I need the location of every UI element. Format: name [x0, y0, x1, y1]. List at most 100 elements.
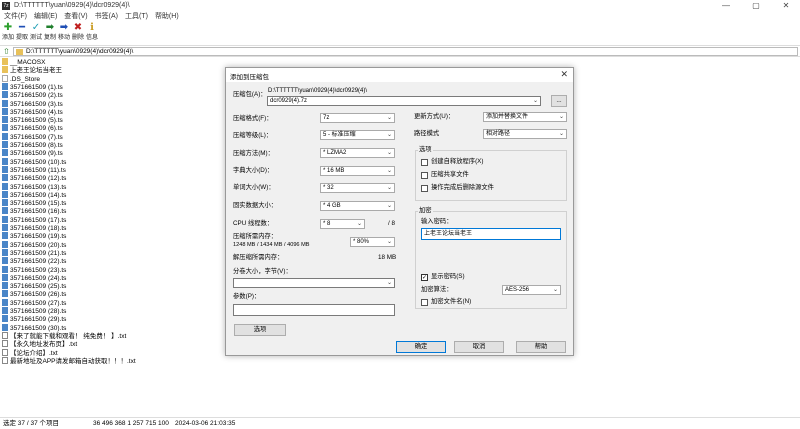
move-button[interactable]: ➡ 移动	[57, 22, 71, 44]
solid-select[interactable]: * 4 GB ⌄	[320, 201, 395, 211]
file-name: __MACOSX	[10, 59, 46, 66]
method-select[interactable]: * LZMA2 ⌄	[320, 148, 395, 158]
dict-select[interactable]: * 16 MB ⌄	[320, 166, 395, 176]
list-item[interactable]: 3571661509 (23).ts	[2, 265, 67, 274]
delete-source-checkbox[interactable]	[421, 185, 428, 192]
list-item[interactable]: 3571661509 (6).ts	[2, 124, 63, 132]
update-select[interactable]: 添加并替换文件 ⌄	[483, 112, 567, 122]
file-icon	[2, 290, 8, 298]
list-item[interactable]: 上老王论坛当老王	[2, 66, 62, 74]
password-input[interactable]: 上老王论坛当老王	[421, 228, 561, 240]
list-item[interactable]: 3571661509 (25).ts	[2, 282, 66, 290]
copy-button[interactable]: ➡ 复制	[43, 22, 57, 44]
shared-checkbox[interactable]	[421, 172, 428, 179]
list-item[interactable]: 3571661509 (24).ts	[2, 273, 66, 282]
dialog-close-icon[interactable]: ✕	[560, 69, 568, 80]
list-item[interactable]: 3571661509 (20).ts	[2, 240, 66, 249]
list-item[interactable]: 【永久地址发布页】.txt	[2, 340, 77, 348]
list-item[interactable]: 3571661509 (12).ts	[2, 174, 66, 182]
info-button[interactable]: ℹ 信息	[85, 22, 99, 44]
archive-name-input[interactable]: dcr0929(4).7z ⌄	[267, 96, 541, 106]
archive-dropdown-icon[interactable]: ⌄	[533, 97, 538, 105]
file-icon	[2, 149, 8, 157]
info-icon: ℹ	[90, 22, 94, 33]
delete-button[interactable]: ✖ 删除	[71, 22, 85, 44]
encrypt-names-checkbox[interactable]	[421, 299, 428, 306]
menu-bookmarks[interactable]: 书签(A)	[95, 12, 118, 22]
menu-view[interactable]: 查看(V)	[64, 12, 87, 22]
list-item[interactable]: 3571661509 (2).ts	[2, 91, 63, 99]
list-item[interactable]: 3571661509 (28).ts	[2, 307, 66, 315]
threads-select[interactable]: * 8 ⌄	[320, 219, 365, 229]
list-item[interactable]: 3571661509 (1).ts	[2, 82, 63, 91]
list-item[interactable]: 3571661509 (3).ts	[2, 99, 63, 108]
sfx-checkbox[interactable]	[421, 159, 428, 166]
ok-button[interactable]: 确定	[396, 341, 446, 353]
list-item[interactable]: 3571661509 (4).ts	[2, 107, 63, 116]
archive-label: 压缩包(A)：	[233, 91, 267, 98]
list-item[interactable]: __MACOSX	[2, 58, 45, 66]
list-item[interactable]: 3571661509 (30).ts	[2, 323, 66, 332]
list-item[interactable]: 3571661509 (10).ts	[2, 157, 66, 166]
add-to-archive-dialog: 添加到压缩包 ✕ 压缩包(A)： D:\TTTTTT\yuan\0929(4)\…	[225, 67, 574, 356]
file-icon	[2, 298, 8, 306]
close-icon[interactable]: ✕	[774, 1, 798, 11]
level-select[interactable]: 5 - 标准压缩 ⌄	[320, 130, 395, 140]
list-item[interactable]: 3571661509 (11).ts	[2, 165, 66, 174]
enc-method-label: 加密算法：	[421, 286, 453, 293]
menu-file[interactable]: 文件(F)	[4, 12, 27, 22]
file-icon	[2, 323, 8, 331]
delete-icon: ✖	[73, 22, 83, 33]
list-item[interactable]: 3571661509 (9).ts	[2, 149, 63, 157]
menu-help[interactable]: 帮助(H)	[155, 12, 179, 22]
list-item[interactable]: 3571661509 (21).ts	[2, 248, 66, 257]
decompress-mem-label: 解压缩所需内存：	[233, 254, 284, 261]
list-item[interactable]: 【论坛介绍】.txt	[2, 348, 58, 357]
list-item[interactable]: 3571661509 (14).ts	[2, 190, 66, 199]
list-item[interactable]: 【来了就能下载和观看！ 纯免费！ 】.txt	[2, 331, 126, 340]
maximize-icon[interactable]: ▢	[744, 1, 768, 11]
list-item[interactable]: 3571661509 (17).ts	[2, 215, 66, 224]
test-button[interactable]: ✓ 测试	[29, 22, 43, 44]
list-item[interactable]: 3571661509 (26).ts	[2, 290, 66, 298]
status-date: 2024-03-06 21:03:35	[175, 420, 236, 427]
enc-method-select[interactable]: AES-256 ⌄	[502, 285, 561, 295]
menu-tools[interactable]: 工具(T)	[125, 12, 148, 22]
options-button[interactable]: 选项	[234, 324, 286, 336]
extract-button[interactable]: ━ 提取	[15, 22, 29, 44]
list-item[interactable]: 3571661509 (8).ts	[2, 141, 63, 149]
up-folder-icon[interactable]: ⇧	[3, 47, 10, 56]
cancel-button[interactable]: 取消	[454, 341, 504, 353]
show-password-checkbox[interactable]: ✓	[421, 274, 428, 281]
params-input[interactable]	[233, 304, 395, 316]
list-item[interactable]: 最新地址及APP请发邮箱自动获取！！！.txt	[2, 356, 136, 365]
list-item[interactable]: 3571661509 (19).ts	[2, 232, 66, 240]
file-name: 3571661509 (23).ts	[10, 266, 67, 274]
file-name: 3571661509 (29).ts	[10, 316, 67, 324]
list-item[interactable]: 3571661509 (29).ts	[2, 315, 66, 323]
add-button[interactable]: ✚ 添加	[1, 22, 15, 44]
minimize-icon[interactable]: —	[714, 1, 738, 11]
list-item[interactable]: .DS_Store	[2, 74, 40, 83]
help-button[interactable]: 帮助	[516, 341, 566, 353]
word-select[interactable]: * 32 ⌄	[320, 183, 395, 193]
split-input[interactable]: ⌄	[233, 278, 395, 288]
list-item[interactable]: 3571661509 (5).ts	[2, 116, 63, 124]
browse-button[interactable]: ...	[551, 95, 567, 107]
list-item[interactable]: 3571661509 (7).ts	[2, 132, 63, 141]
list-item[interactable]: 3571661509 (22).ts	[2, 257, 66, 265]
list-item[interactable]: 3571661509 (16).ts	[2, 207, 66, 215]
list-item[interactable]: 3571661509 (13).ts	[2, 182, 66, 191]
encrypt-names-label: 加密文件名(N)	[431, 298, 472, 305]
mem-pct-select[interactable]: * 80% ⌄	[350, 237, 395, 247]
pathmode-select[interactable]: 相对路径 ⌄	[483, 129, 567, 139]
format-select[interactable]: 7z ⌄	[320, 113, 395, 123]
list-item[interactable]: 3571661509 (15).ts	[2, 199, 66, 207]
address-input[interactable]: D:\TTTTTT\yuan\0929(4)\dcr0929(4)\	[13, 47, 798, 56]
file-icon	[2, 257, 8, 265]
list-item[interactable]: 3571661509 (18).ts	[2, 224, 66, 232]
file-name: 【论坛介绍】.txt	[10, 349, 58, 357]
status-bar: 选定 37 / 37 个项目 36 496 368 1 257 715 100 …	[0, 417, 800, 429]
menu-edit[interactable]: 编辑(E)	[34, 12, 57, 22]
list-item[interactable]: 3571661509 (27).ts	[2, 298, 66, 307]
